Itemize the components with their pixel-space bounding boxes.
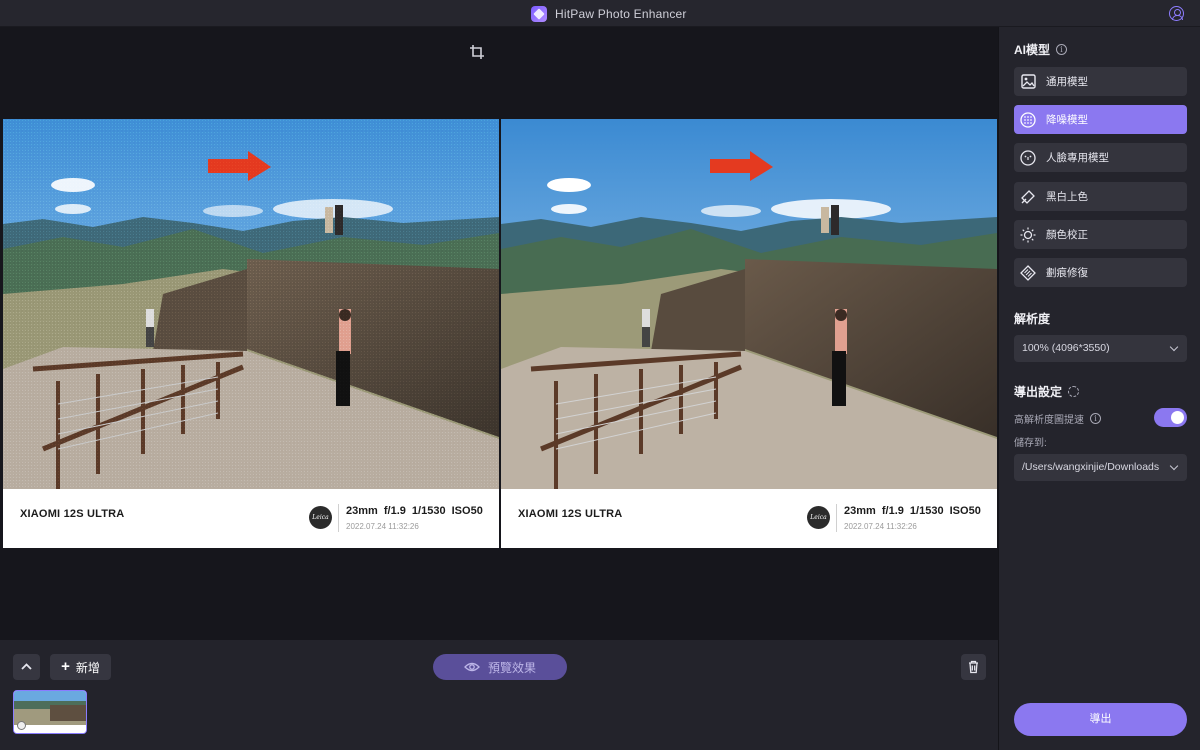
export-settings-header: 導出設定 [1014,383,1080,400]
settings-panel: AI模型 i 通用模型 降噪模型 人臉專用模型 黑白上色 顏色校正 劃痕修復 解… [998,27,1200,750]
leica-logo: Leica [309,506,332,529]
image-icon [1020,74,1036,90]
hires-toggle[interactable] [1154,408,1187,427]
resolution-value: 100% (4096*3550) [1022,342,1110,354]
model-colorize-button[interactable]: 黑白上色 [1014,182,1187,211]
eye-icon [464,662,480,672]
ai-model-header: AI模型 i [1014,41,1068,58]
face-icon [1020,149,1036,166]
title-group: HitPaw Photo Enhancer [531,5,687,22]
model-general-button[interactable]: 通用模型 [1014,67,1187,96]
leica-logo: Leica [807,506,830,529]
camera-model: XIAOMI 12S ULTRA [20,508,125,520]
info-icon[interactable]: i [1090,413,1101,424]
app-logo-icon [531,5,547,22]
gear-icon[interactable] [1068,386,1080,397]
save-path-select[interactable]: /Users/wangxinjie/Downloads [1014,454,1187,481]
model-label: 降噪模型 [1046,114,1088,126]
title-bar: HitPaw Photo Enhancer [0,0,1200,27]
photo-caption: XIAOMI 12S ULTRA Leica 23mm f/1.9 1/1530… [501,489,997,548]
model-label: 人臉專用模型 [1046,152,1109,164]
brightness-icon [1020,227,1036,243]
add-image-button[interactable]: + 新增 [50,654,111,680]
capture-date: 2022.07.24 11:32:26 [346,522,419,531]
colorize-icon [1020,189,1036,205]
caption-divider [338,504,339,532]
model-denoise-button[interactable]: 降噪模型 [1014,105,1187,134]
hires-option: 高解析度圖提速 i [1014,411,1101,426]
camera-specs: 23mm f/1.9 1/1530 ISO50 [346,505,483,517]
preview-effect-button[interactable]: 預覽效果 [433,654,567,680]
model-label: 劃痕修復 [1046,267,1088,279]
model-label: 通用模型 [1046,76,1088,88]
preview-label: 預覽效果 [487,660,536,675]
scratch-repair-icon [1020,264,1036,281]
window-title: HitPaw Photo Enhancer [555,6,687,21]
model-label: 黑白上色 [1046,191,1088,203]
export-settings-title: 導出設定 [1014,385,1063,399]
trash-icon [969,660,978,674]
enhanced-image-card: XIAOMI 12S ULTRA Leica 23mm f/1.9 1/1530… [501,119,997,548]
enhanced-photo [501,119,997,489]
resolution-header: 解析度 [1014,310,1050,327]
model-label: 顏色校正 [1046,229,1088,241]
save-to-row: 儲存到: [1014,434,1047,449]
chevron-up-icon [21,663,32,670]
add-label: 新增 [75,660,100,675]
model-scratch-repair-button[interactable]: 劃痕修復 [1014,258,1187,287]
export-button[interactable]: 導出 [1014,703,1187,736]
collapse-button[interactable] [13,654,40,680]
image-thumbnail[interactable] [13,690,87,734]
resolution-title: 解析度 [1014,312,1051,326]
camera-model: XIAOMI 12S ULTRA [518,508,623,520]
info-icon[interactable]: i [1056,44,1068,55]
ai-model-title: AI模型 [1014,43,1051,57]
photo-caption: XIAOMI 12S ULTRA Leica 23mm f/1.9 1/1530… [3,489,499,548]
delete-button[interactable] [961,654,986,680]
bottom-toolbar: + 新增 預覽效果 [0,640,998,750]
resolution-select[interactable]: 100% (4096*3550) [1014,335,1187,362]
crop-icon[interactable] [470,45,484,59]
thumbnail-badge-icon [17,721,26,730]
model-face-button[interactable]: 人臉專用模型 [1014,143,1187,172]
chevron-down-icon [1169,342,1179,352]
chevron-down-icon [1169,461,1179,471]
original-image-card: XIAOMI 12S ULTRA Leica 23mm f/1.9 1/1530… [3,119,499,548]
caption-divider [836,504,837,532]
account-icon[interactable] [1169,6,1184,21]
noise-overlay [3,119,499,548]
plus-icon: + [61,658,70,675]
save-to-label: 儲存到: [1014,438,1047,449]
denoise-icon [1020,111,1036,128]
model-color-correction-button[interactable]: 顏色校正 [1014,220,1187,249]
capture-date: 2022.07.24 11:32:26 [844,522,917,531]
save-path-value: /Users/wangxinjie/Downloads [1022,461,1160,473]
camera-specs: 23mm f/1.9 1/1530 ISO50 [844,505,981,517]
preview-canvas: + − [0,27,998,640]
hires-label: 高解析度圖提速 [1014,415,1084,426]
